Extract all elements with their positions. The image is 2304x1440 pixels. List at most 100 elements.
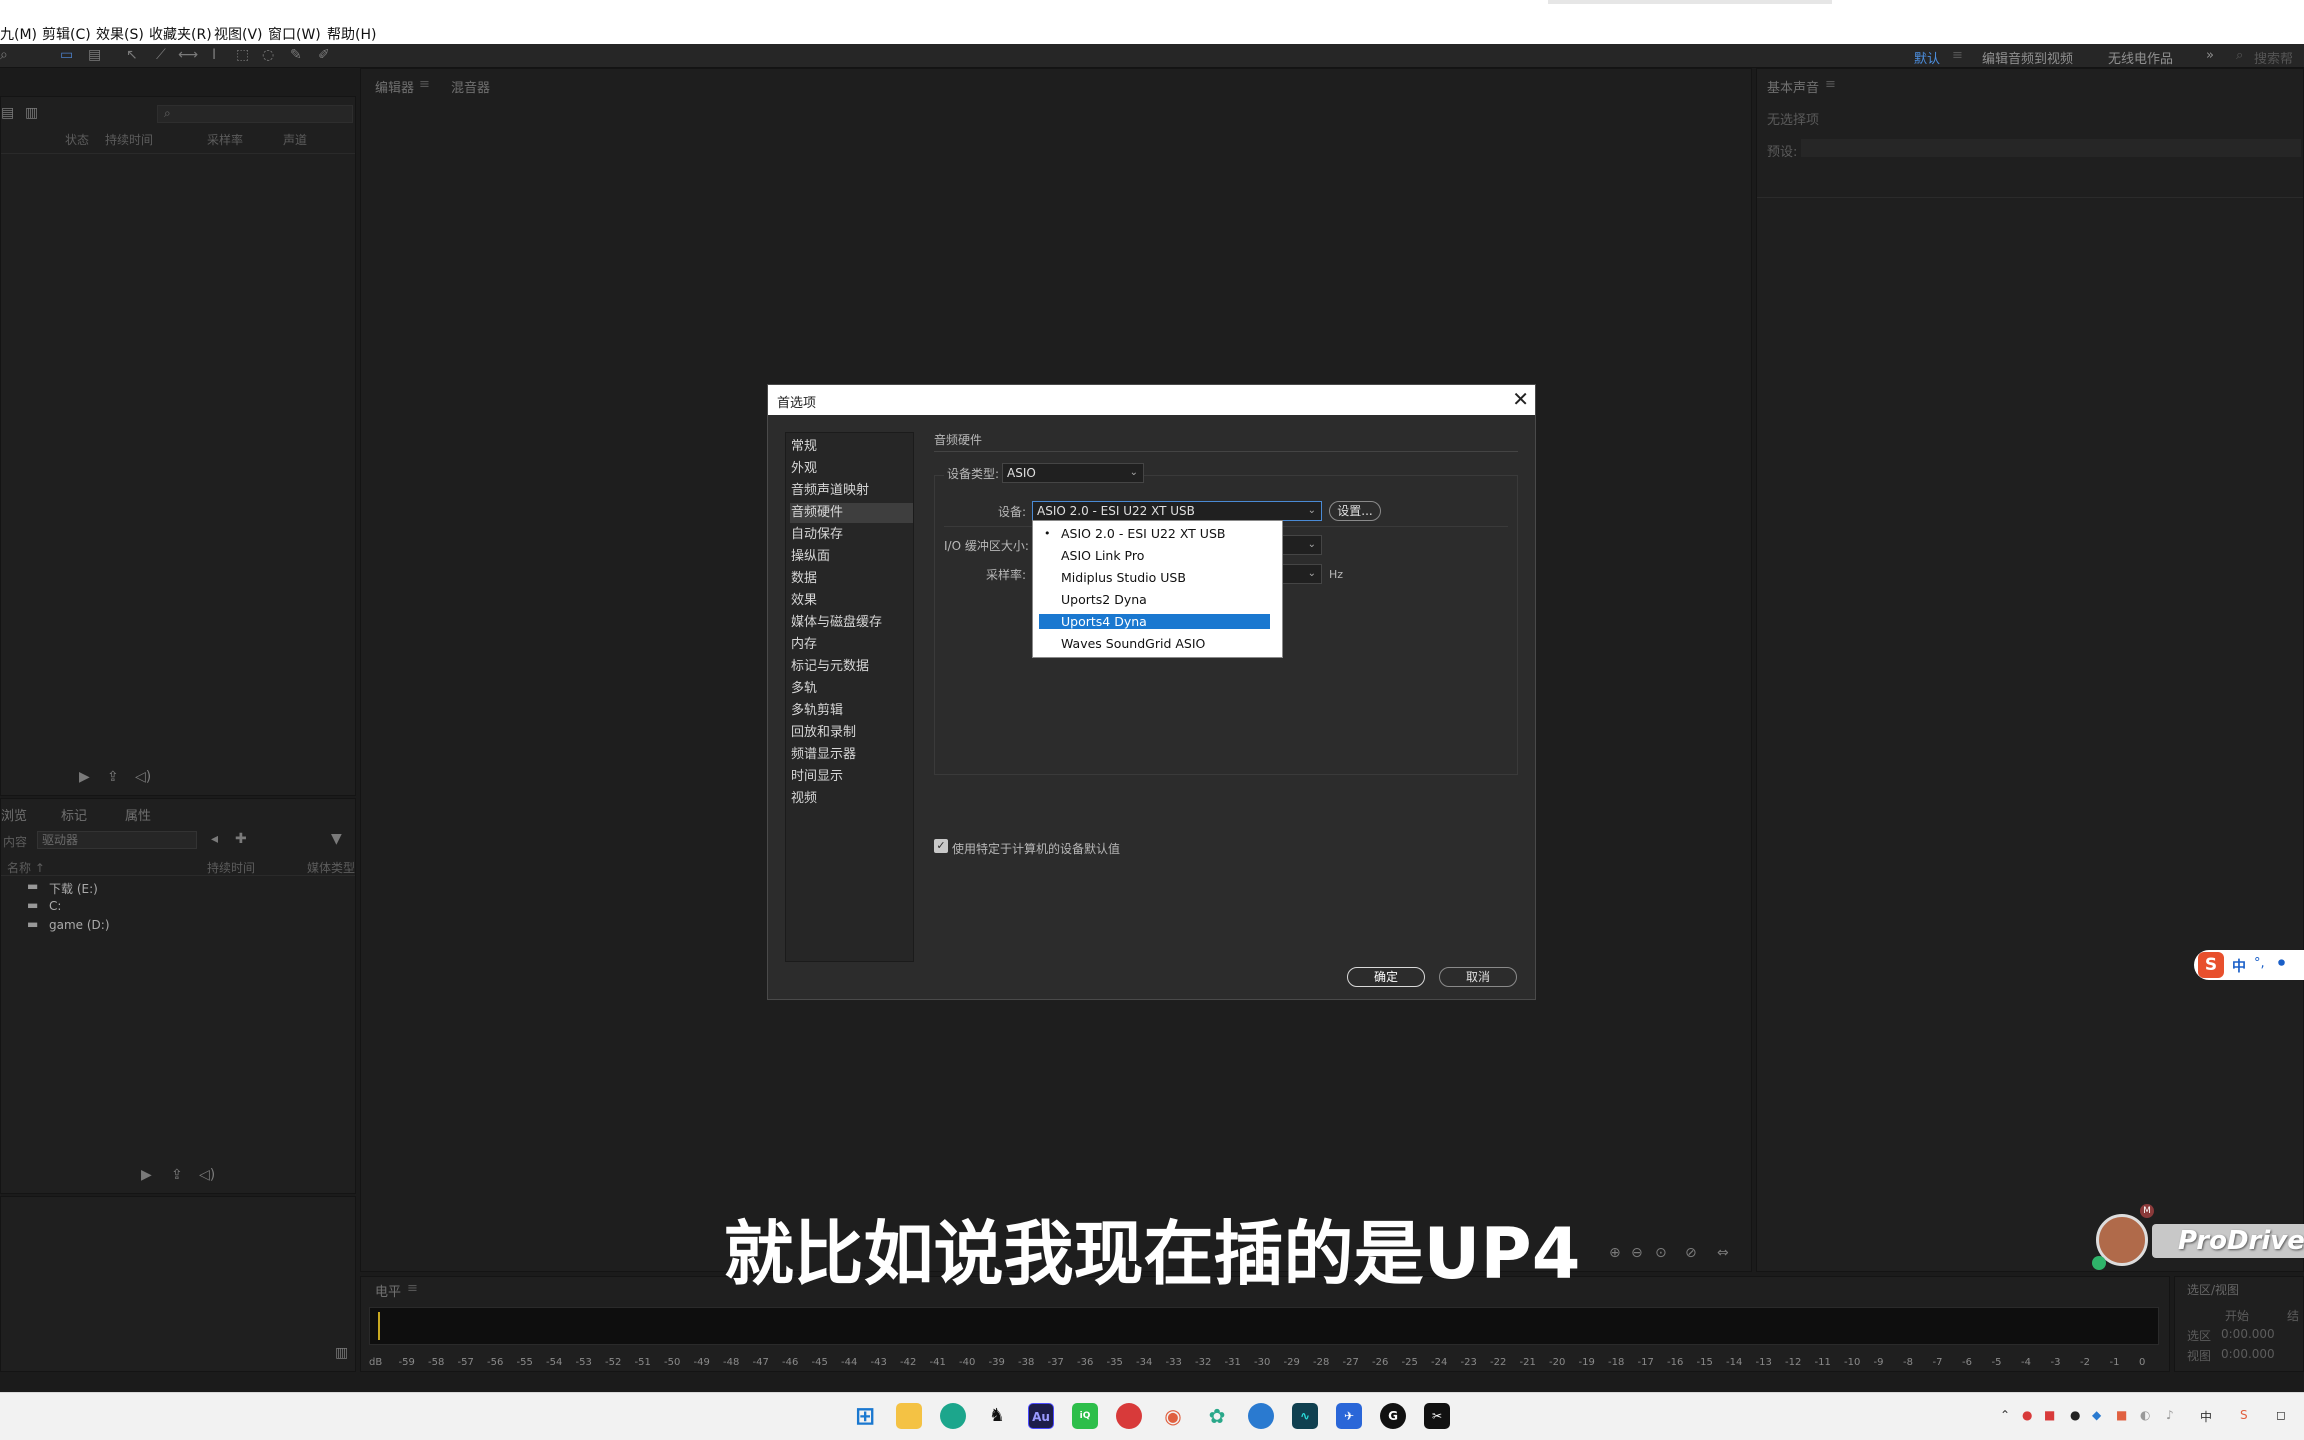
tray-ime-icon[interactable]: 中	[2200, 1408, 2212, 1425]
category-item[interactable]: 多轨剪辑	[790, 701, 913, 721]
capcut-icon[interactable]: G	[1380, 1403, 1406, 1429]
tray-chevron-icon[interactable]: ⌃	[2000, 1408, 2010, 1422]
essential-sound-title[interactable]: 基本声音	[1767, 77, 1819, 96]
drive-row-c[interactable]: ▬ C:	[9, 898, 349, 916]
cloud-app-icon[interactable]	[1248, 1403, 1274, 1429]
tab-mixer[interactable]: 混音器	[451, 77, 490, 96]
ok-button[interactable]: 确定	[1347, 967, 1425, 987]
category-item[interactable]: 标记与元数据	[790, 657, 913, 677]
move-tool-icon[interactable]: ↖	[126, 47, 138, 63]
device-option[interactable]: • ASIO 2.0 - ESI U22 XT USB	[1039, 526, 1270, 541]
punctuation-icon[interactable]: °,	[2254, 956, 2265, 971]
selection-start-value[interactable]: 0:00.000	[2221, 1327, 2275, 1341]
back-arrow-icon[interactable]: ◂	[211, 831, 218, 847]
tray-app-icon[interactable]: ●	[2070, 1408, 2080, 1422]
microphone-icon[interactable]: ⏺	[2278, 955, 2285, 971]
col-name[interactable]: 名称 ↑	[7, 859, 45, 876]
tab-editor[interactable]: 编辑器	[375, 77, 414, 96]
tray-mic-icon[interactable]: ♪	[2166, 1408, 2174, 1422]
col-media-duration[interactable]: 持续时间	[207, 859, 255, 876]
view-start-value[interactable]: 0:00.000	[2221, 1347, 2275, 1361]
device-option[interactable]: ASIO Link Pro	[1039, 548, 1270, 563]
help-search-input[interactable]: 搜索帮	[2254, 48, 2293, 67]
new-file-icon[interactable]: ▤	[1, 105, 14, 121]
tab-markers[interactable]: 标记	[61, 805, 87, 824]
drive-row-d[interactable]: ▬ game (D:)	[9, 917, 349, 935]
tray-netease-icon[interactable]: ●	[2022, 1408, 2032, 1422]
workspace-edit-to-video[interactable]: 编辑音频到视频	[1982, 48, 2073, 67]
netease-music-icon[interactable]	[1116, 1403, 1142, 1429]
category-item[interactable]: 数据	[790, 569, 913, 589]
media-export-icon[interactable]: ⇪	[171, 1167, 183, 1183]
category-item[interactable]: 时间显示	[790, 767, 913, 787]
tray-update-icon[interactable]: ◐	[2140, 1408, 2150, 1422]
files-play-icon[interactable]: ▶	[79, 769, 90, 785]
capcut-editor-icon[interactable]: ✂	[1424, 1403, 1450, 1429]
content-select[interactable]: 驱动器	[37, 831, 197, 849]
device-option[interactable]: Waves SoundGrid ASIO	[1039, 636, 1270, 651]
more-workspaces-icon[interactable]: »	[2206, 48, 2214, 63]
start-icon[interactable]: ⊞	[852, 1403, 878, 1429]
waveform-view-icon[interactable]: ▭	[60, 47, 73, 63]
ime-toolbar[interactable]: S 中 °, ⏺	[2194, 950, 2304, 980]
device-option[interactable]: Uports2 Dyna	[1039, 592, 1270, 607]
files-search-input[interactable]: ⌕	[157, 105, 353, 123]
files-export-icon[interactable]: ⇪	[107, 769, 119, 785]
brush-tool-icon[interactable]: ✎	[290, 47, 302, 63]
category-item[interactable]: 多轨	[790, 679, 913, 699]
cancel-button[interactable]: 取消	[1439, 967, 1517, 987]
category-item[interactable]: 外观	[790, 459, 913, 479]
tray-video-icon[interactable]: ■	[2044, 1408, 2055, 1422]
menu-effects[interactable]: 效果(S)	[96, 24, 144, 44]
tray-feishu-icon[interactable]: ◆	[2092, 1408, 2101, 1422]
device-option[interactable]: Midiplus Studio USB	[1039, 570, 1270, 585]
menu-window[interactable]: 窗口(W)	[268, 24, 321, 44]
filter-icon[interactable]: ▼	[331, 831, 342, 847]
audio-wave-icon[interactable]: ∿	[1292, 1403, 1318, 1429]
tab-media-browser[interactable]: 浏览	[1, 805, 27, 824]
category-item[interactable]: 音频声道映射	[790, 481, 913, 501]
category-item[interactable]: 视频	[790, 789, 913, 809]
category-item[interactable]: 效果	[790, 591, 913, 611]
device-defaults-checkbox[interactable]: ✓	[934, 839, 948, 853]
workspace-radio[interactable]: 无线电作品	[2108, 48, 2173, 67]
tray-sogou-icon[interactable]: ■	[2116, 1408, 2127, 1422]
delete-file-icon[interactable]: ▥	[25, 105, 38, 121]
col-sample-rate[interactable]: 采样率	[207, 131, 243, 148]
device-option[interactable]: Uports4 Dyna	[1039, 614, 1270, 629]
workspace-default[interactable]: 默认	[1914, 48, 1940, 67]
settings-button[interactable]: 设置...	[1329, 501, 1381, 521]
media-autoplay-icon[interactable]: ◁)	[199, 1167, 215, 1183]
category-item[interactable]: 自动保存	[790, 525, 913, 545]
col-duration[interactable]: 持续时间	[105, 131, 153, 148]
category-item[interactable]: 内存	[790, 635, 913, 655]
iqiyi-icon[interactable]: iQ	[1072, 1403, 1098, 1429]
media-play-icon[interactable]: ▶	[141, 1167, 152, 1183]
history-delete-icon[interactable]: ▥	[335, 1345, 348, 1361]
editor-menu-icon[interactable]: ≡	[419, 77, 430, 92]
tray-sogou-logo-icon[interactable]: S	[2240, 1408, 2248, 1422]
menu-clip[interactable]: 剪辑(C)	[42, 24, 91, 44]
add-shortcut-icon[interactable]: ✚	[235, 831, 247, 847]
col-media-type[interactable]: 媒体类型	[307, 859, 355, 876]
category-item[interactable]: 常规	[790, 437, 913, 457]
close-icon[interactable]: ✕	[1512, 387, 1529, 411]
category-item[interactable]: 音频硬件	[790, 503, 913, 523]
menu-multitrack[interactable]: 九(M)	[0, 24, 37, 44]
device-type-select[interactable]: ASIO ⌄	[1002, 463, 1144, 483]
category-item[interactable]: 回放和录制	[790, 723, 913, 743]
file-explorer-icon[interactable]	[896, 1403, 922, 1429]
category-item[interactable]: 频谱显示器	[790, 745, 913, 765]
notification-icon[interactable]: ◻	[2276, 1408, 2286, 1422]
menu-favorites[interactable]: 收藏夹(R)	[149, 24, 212, 44]
feishu-icon[interactable]: ✈	[1336, 1403, 1362, 1429]
time-selection-icon[interactable]: I	[212, 47, 216, 63]
lasso-tool-icon[interactable]: ◌	[262, 47, 274, 63]
razor-tool-icon[interactable]: ⟋	[156, 47, 166, 63]
qq-icon[interactable]: ♞	[984, 1403, 1010, 1429]
category-item[interactable]: 媒体与磁盘缓存	[790, 613, 913, 633]
category-item[interactable]: 操纵面	[790, 547, 913, 567]
preset-select[interactable]	[1801, 139, 2301, 157]
chatgpt-icon[interactable]: ✿	[1204, 1403, 1230, 1429]
tab-properties[interactable]: 属性	[125, 805, 151, 824]
